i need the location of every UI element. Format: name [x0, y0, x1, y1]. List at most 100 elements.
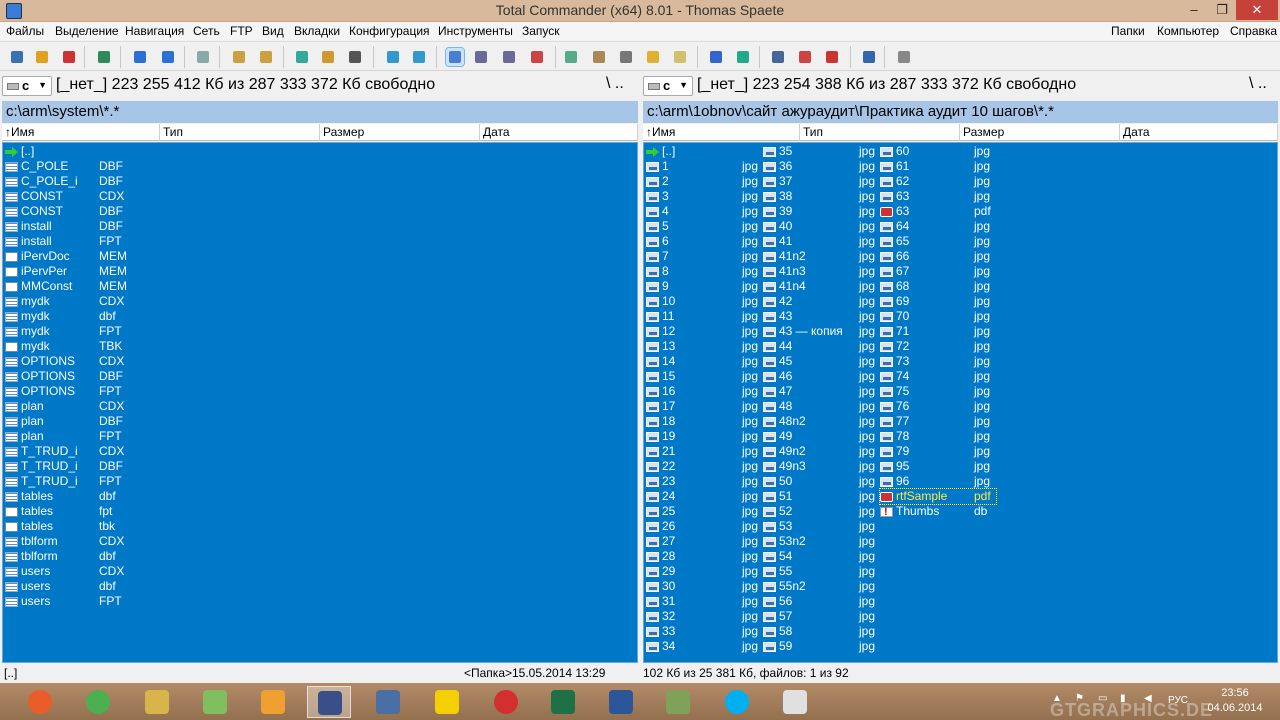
add-button[interactable] — [823, 48, 841, 66]
left-status-bar: [..] <Папка>15.05.2014 13:29 — [4, 664, 634, 682]
maximize-button[interactable]: ❐ — [1208, 0, 1236, 20]
file-ext: jpg — [742, 204, 759, 218]
drive-button[interactable] — [734, 48, 752, 66]
sync-button[interactable] — [95, 48, 113, 66]
multirename-button[interactable] — [796, 48, 814, 66]
left-file-panel[interactable]: [..] C_POLE DBF C_POLE_i DBF CONST CDX CONST DBF… — [2, 142, 638, 663]
taskbar-app-button[interactable] — [307, 686, 351, 718]
network-button[interactable] — [410, 48, 428, 66]
screen-button[interactable] — [769, 48, 787, 66]
right-col-type[interactable]: Тип — [800, 124, 960, 141]
menu-tabs[interactable]: Вкладки — [294, 24, 340, 38]
full-view-button[interactable] — [472, 48, 490, 66]
internet-button[interactable] — [860, 48, 878, 66]
file-ext: jpg — [974, 354, 991, 368]
file-name: 19 — [662, 429, 676, 443]
sort-button[interactable] — [319, 48, 337, 66]
minimize-button[interactable]: – — [1180, 0, 1208, 20]
find-button[interactable] — [293, 48, 311, 66]
taskbar-app-button[interactable] — [599, 686, 643, 718]
menu-files[interactable]: Файлы — [6, 24, 44, 38]
right-drive-select[interactable]: c ▼ — [643, 76, 693, 96]
tree-view-button[interactable] — [500, 48, 518, 66]
menu-navigation[interactable]: Навигация — [125, 24, 184, 38]
menu-view[interactable]: Вид — [262, 24, 284, 38]
share-button[interactable] — [707, 48, 725, 66]
left-col-date[interactable]: Дата — [480, 124, 638, 141]
menu-ftp[interactable]: FTP — [230, 24, 253, 38]
left-col-name[interactable]: ↑Имя — [2, 124, 160, 141]
settings-button[interactable] — [33, 48, 51, 66]
taskbar-app-button[interactable] — [656, 686, 700, 718]
menu-selection[interactable]: Выделение — [55, 24, 119, 38]
taskbar-app-button[interactable] — [76, 686, 120, 718]
left-path-bar[interactable]: c:\arm\system\*.* — [2, 101, 638, 123]
right-col-size[interactable]: Размер — [960, 124, 1120, 141]
file-ext: jpg — [742, 264, 759, 278]
pack-button[interactable] — [230, 48, 248, 66]
refresh-button[interactable] — [8, 48, 26, 66]
plugin-button[interactable] — [60, 48, 78, 66]
edit-button[interactable] — [671, 48, 689, 66]
thumbs-view-button[interactable] — [528, 48, 546, 66]
ftp-button[interactable] — [384, 48, 402, 66]
rename-button[interactable] — [590, 48, 608, 66]
taskbar-app-button[interactable] — [773, 686, 817, 718]
file-name: 40 — [779, 219, 793, 233]
file-ext: jpg — [974, 309, 991, 323]
menu-help[interactable]: Справка — [1230, 24, 1277, 38]
img-file-icon — [646, 522, 659, 532]
right-col-date[interactable]: Дата — [1120, 124, 1278, 141]
forward-button[interactable] — [159, 48, 177, 66]
menu-launch[interactable]: Запуск — [522, 24, 560, 38]
left-col-size[interactable]: Размер — [320, 124, 480, 141]
folder-button[interactable] — [644, 48, 662, 66]
right-col-name[interactable]: ↑Имя — [643, 124, 800, 141]
taskbar-app-button[interactable] — [541, 686, 585, 718]
brief-view-button[interactable] — [445, 47, 465, 67]
close-button[interactable]: ✕ — [1236, 0, 1278, 20]
taskbar-app-button[interactable] — [366, 686, 410, 718]
taskbar-app-button[interactable] — [193, 686, 237, 718]
notepad-button[interactable] — [346, 48, 364, 66]
file-name: 78 — [896, 429, 910, 443]
right-file-panel[interactable]: [..] 1 jpg 2 jpg 3 jpg 4 jpg 5 jpg 6 jpg 7 jpg 8 jpg 9 jpg… — [643, 142, 1278, 663]
taskbar-app-button[interactable] — [251, 686, 295, 718]
calc-button[interactable] — [617, 48, 635, 66]
left-col-type[interactable]: Тип — [160, 124, 320, 141]
menu-network[interactable]: Сеть — [193, 24, 220, 38]
unpack-button[interactable] — [257, 48, 275, 66]
taskbar-app-button[interactable] — [18, 686, 62, 718]
right-root-button[interactable]: \ .. — [1249, 75, 1267, 93]
opera-app-icon — [28, 690, 52, 714]
img-file-icon — [763, 642, 776, 652]
back-button[interactable] — [131, 48, 149, 66]
menu-configuration[interactable]: Конфигурация — [349, 24, 430, 38]
img-file-icon — [763, 237, 776, 247]
taskbar-app-button[interactable] — [715, 686, 759, 718]
menu-computer[interactable]: Компьютер — [1157, 24, 1219, 38]
taskbar-app-button[interactable] — [484, 686, 528, 718]
menu-folders[interactable]: Папки — [1111, 24, 1145, 38]
menu-tools[interactable]: Инструменты — [438, 24, 513, 38]
taskbar-app-button[interactable] — [135, 686, 179, 718]
taskbar-app-button[interactable] — [425, 686, 469, 718]
file-ext: dbf — [99, 549, 116, 563]
pencil-button[interactable] — [895, 48, 913, 66]
img-file-icon — [646, 552, 659, 562]
left-root-button[interactable]: \ .. — [606, 75, 624, 93]
img-file-icon — [646, 642, 659, 652]
copy-button[interactable] — [562, 48, 580, 66]
file-name: 55n2 — [779, 579, 806, 593]
word-app-icon — [609, 690, 633, 714]
file-ext: jpg — [742, 234, 759, 248]
file-name: plan — [21, 429, 44, 443]
file-name: 22 — [662, 459, 676, 473]
forward-icon — [162, 51, 174, 63]
title-bar: Total Commander (x64) 8.01 - Thomas Spae… — [0, 0, 1280, 22]
compare-button[interactable] — [194, 48, 212, 66]
right-path-bar[interactable]: c:\arm\1obnov\сайт ажураудит\Практика ау… — [643, 101, 1278, 123]
img-file-icon — [880, 357, 893, 367]
file-row[interactable]: rtfSample pdf — [879, 488, 997, 505]
left-drive-select[interactable]: c ▼ — [2, 76, 52, 96]
